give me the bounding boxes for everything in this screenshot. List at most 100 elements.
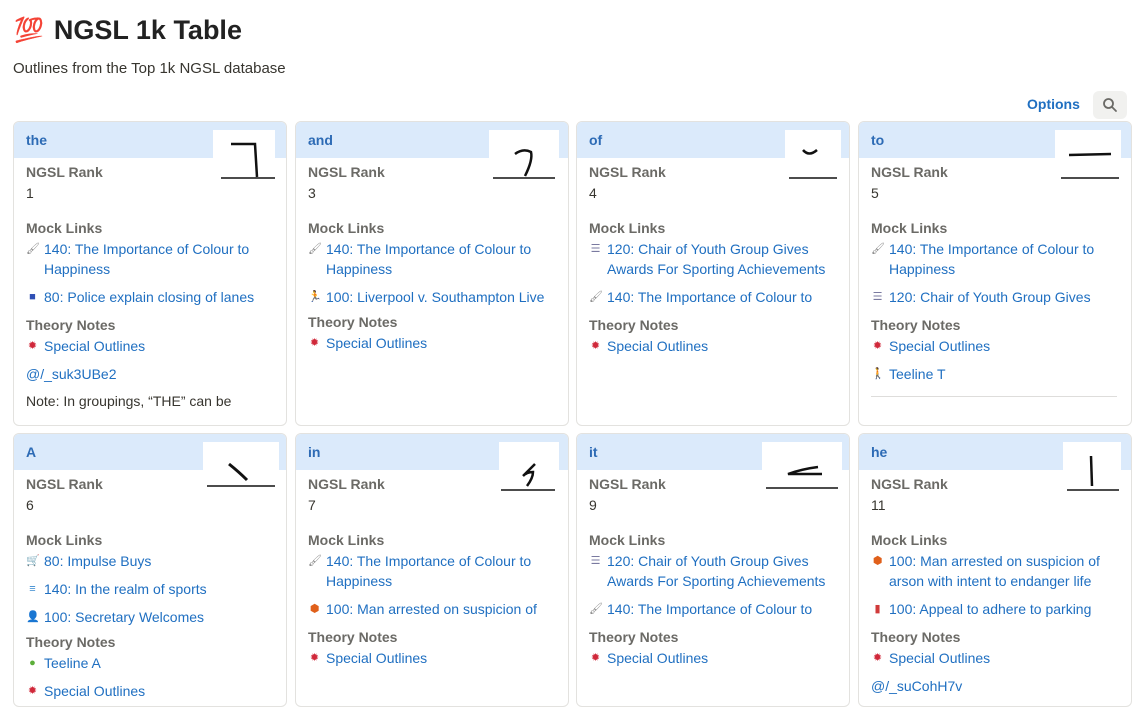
star-icon: ✹	[590, 652, 601, 664]
theory-link-label[interactable]: @/_suk3UBe2	[26, 364, 274, 384]
paint-icon: 🖌	[308, 243, 322, 255]
mock-link-label[interactable]: 140: The Importance of Colour to Happine…	[326, 239, 556, 279]
star-icon: ✹	[309, 652, 320, 664]
card-of[interactable]: of NGSL Rank 4 Mock Links ☰ 120: Chair of You…	[576, 121, 850, 426]
star-icon: ✹	[309, 337, 320, 349]
mock-link-label[interactable]: 120: Chair of Youth Group Gives Awards F…	[889, 287, 1119, 310]
theory-link[interactable]: ✹ Special Outlines	[308, 648, 556, 668]
mock-link[interactable]: ≡ 140: In the realm of sports	[26, 579, 274, 599]
mock-link-label[interactable]: 100: Appeal to adhere to parking rules	[889, 599, 1119, 622]
mock-link[interactable]: 🖌 140: The Importance of Colour to Happin…	[589, 287, 837, 310]
star-icon: ✹	[872, 652, 883, 664]
card-title[interactable]: A	[26, 444, 36, 460]
card-and[interactable]: and NGSL Rank 3 Mock Links 🖌 140: The Importa…	[295, 121, 569, 426]
outline-image	[1063, 442, 1121, 494]
mock-link-label[interactable]: 100: Liverpool v. Southampton Live	[326, 287, 556, 307]
field-label-mock: Mock Links	[871, 220, 948, 236]
theory-link-label[interactable]: Special Outlines	[889, 648, 1119, 668]
mock-link-label[interactable]: 120: Chair of Youth Group Gives Awards F…	[607, 239, 837, 279]
outline-image	[762, 442, 842, 494]
card-title[interactable]: to	[871, 132, 884, 148]
card-in[interactable]: in NGSL Rank 7 Mock Links 🖌 140: The Importan…	[295, 433, 569, 707]
mock-link-label[interactable]: 140: The Importance of Colour to Happine…	[44, 239, 274, 279]
mock-link[interactable]: 🖌 140: The Importance of Colour to Happin…	[871, 239, 1119, 279]
theory-link-label[interactable]: Special Outlines	[889, 336, 1119, 356]
theory-link[interactable]: ✹ Special Outlines	[871, 648, 1119, 668]
theory-link-label[interactable]: Special Outlines	[44, 681, 274, 701]
mock-link[interactable]: ⬢ 100: Man arrested on suspicion of arson…	[308, 599, 556, 622]
mock-link-label[interactable]: 140: The Importance of Colour to Happine…	[607, 599, 837, 622]
mock-link[interactable]: ☰ 120: Chair of Youth Group Gives Awards …	[589, 239, 837, 279]
card-title[interactable]: in	[308, 444, 320, 460]
mock-link[interactable]: ▮ 100: Appeal to adhere to parking rules	[871, 599, 1119, 622]
mock-link-label[interactable]: 120: Chair of Youth Group Gives Awards F…	[607, 551, 837, 591]
mock-link-label[interactable]: 100: Man arrested on suspicion of arson …	[326, 599, 556, 622]
mock-link-label[interactable]: 80: Impulse Buys	[44, 551, 274, 571]
runner-icon: 🏃	[308, 291, 322, 303]
theory-link[interactable]: ✹ Special Outlines	[589, 336, 837, 356]
paint-icon: 🖌	[26, 243, 40, 255]
field-label-theory: Theory Notes	[589, 629, 679, 645]
secretary-icon: 👤	[26, 611, 40, 623]
theory-link-label[interactable]: @/_suCohH7v	[871, 676, 1119, 696]
mock-link[interactable]: 👤 100: Secretary Welcomes	[26, 607, 274, 627]
card-the[interactable]: the NGSL Rank 1 Mock Links 🖌 140: The Importa…	[13, 121, 287, 426]
theory-link[interactable]: ● Teeline A	[26, 653, 274, 673]
theory-link[interactable]: @/_suk3UBe2	[26, 364, 274, 384]
card-a[interactable]: A NGSL Rank 6 Mock Links 🛒 80: Impulse Buys ≡ 1…	[13, 433, 287, 707]
rank-value: 11	[871, 497, 886, 513]
card-title[interactable]: the	[26, 132, 47, 148]
theory-link[interactable]: ✹ Special Outlines	[308, 333, 556, 353]
rank-value: 3	[308, 185, 316, 201]
mock-link[interactable]: ☰ 120: Chair of Youth Group Gives Awards …	[871, 287, 1119, 310]
mock-link[interactable]: ☰ 120: Chair of Youth Group Gives Awards …	[589, 551, 837, 591]
options-button[interactable]: Options	[1027, 96, 1080, 112]
search-button[interactable]	[1093, 91, 1127, 119]
mock-link-label[interactable]: 140: In the realm of sports	[44, 579, 274, 599]
mock-link[interactable]: ⬢ 100: Man arrested on suspicion of arson…	[871, 551, 1119, 591]
theory-link[interactable]: 🚶 Teeline T	[871, 364, 1119, 384]
theory-link-label[interactable]: Special Outlines	[326, 648, 556, 668]
theory-link[interactable]: ✹ Special Outlines	[871, 336, 1119, 356]
paint-icon: 🖌	[308, 555, 322, 567]
theory-link[interactable]: ✹ Special Outlines	[26, 681, 274, 701]
theory-link[interactable]: ✹ Special Outlines	[589, 648, 837, 668]
theory-link-label[interactable]: Teeline T	[889, 364, 1119, 384]
field-label-theory: Theory Notes	[871, 629, 961, 645]
card-he[interactable]: he NGSL Rank 11 Mock Links ⬢ 100: Man arreste…	[858, 433, 1132, 707]
theory-link-label[interactable]: Teeline A	[44, 653, 274, 673]
mock-link[interactable]: 🖌 140: The Importance of Colour to Happin…	[308, 239, 556, 279]
field-label-mock: Mock Links	[308, 532, 385, 548]
rank-value: 5	[871, 185, 879, 201]
page-title: NGSL 1k Table	[53, 14, 242, 45]
mock-link-label[interactable]: 140: The Importance of Colour to Happine…	[607, 287, 837, 310]
card-to[interactable]: to NGSL Rank 5 Mock Links 🖌 140: The Importan…	[858, 121, 1132, 426]
mock-link-label[interactable]: 80: Police explain closing of lanes caus…	[44, 287, 274, 310]
theory-link-label[interactable]: Special Outlines	[326, 333, 556, 353]
mock-link[interactable]: 🛒 80: Impulse Buys	[26, 551, 274, 571]
mock-link-label[interactable]: 140: The Importance of Colour to Happine…	[326, 551, 556, 591]
bench-icon: ☰	[590, 243, 601, 255]
mock-link-label[interactable]: 100: Man arrested on suspicion of arson …	[889, 551, 1119, 591]
mock-link[interactable]: ■ 80: Police explain closing of lanes cau…	[26, 287, 274, 310]
card-title[interactable]: it	[589, 444, 598, 460]
star-icon: ✹	[872, 340, 883, 352]
mock-link[interactable]: 🖌 140: The Importance of Colour to Happin…	[589, 599, 837, 622]
card-title[interactable]: he	[871, 444, 887, 460]
mock-link[interactable]: 🖌 140: The Importance of Colour to Happin…	[308, 551, 556, 591]
outline-image	[203, 442, 279, 494]
mock-link[interactable]: 🏃 100: Liverpool v. Southampton Live	[308, 287, 556, 307]
card-title[interactable]: and	[308, 132, 333, 148]
card-title[interactable]: of	[589, 132, 602, 148]
100-emoji-icon: 💯	[14, 16, 44, 44]
theory-link-label[interactable]: Special Outlines	[607, 648, 837, 668]
mock-link-label[interactable]: 100: Secretary Welcomes	[44, 607, 274, 627]
mock-link[interactable]: 🖌 140: The Importance of Colour to Happin…	[26, 239, 274, 279]
theory-link-label[interactable]: Special Outlines	[607, 336, 837, 356]
card-it[interactable]: it NGSL Rank 9 Mock Links ☰ 120: Chair of You…	[576, 433, 850, 707]
theory-link[interactable]: ✹ Special Outlines	[26, 336, 274, 356]
card-body: NGSL Rank 3 Mock Links 🖌 140: The Importance…	[296, 158, 568, 353]
mock-link-label[interactable]: 140: The Importance of Colour to Happine…	[889, 239, 1119, 279]
theory-link-label[interactable]: Special Outlines	[44, 336, 274, 356]
theory-link[interactable]: @/_suCohH7v	[871, 676, 1119, 696]
